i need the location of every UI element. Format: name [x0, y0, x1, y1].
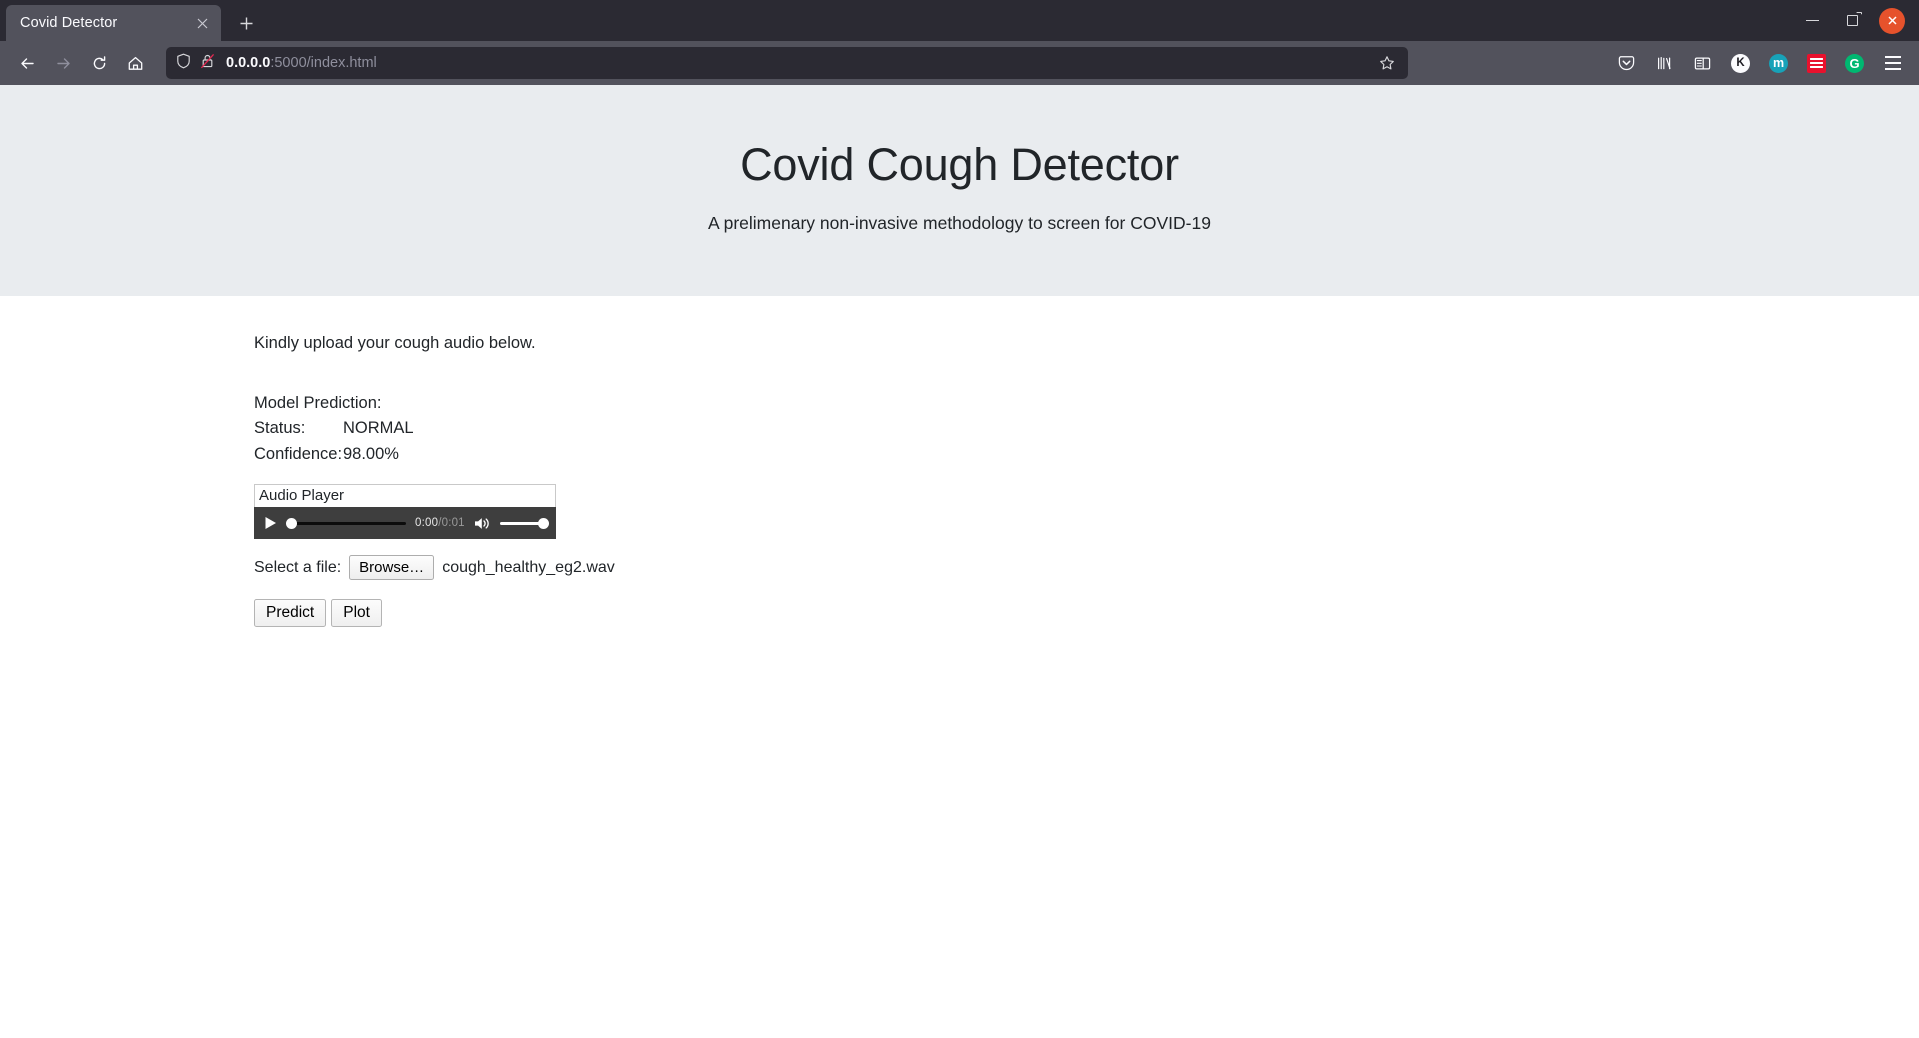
- shield-icon[interactable]: [176, 53, 191, 74]
- browser-tab[interactable]: Covid Detector: [6, 5, 221, 41]
- forward-button[interactable]: [46, 47, 80, 79]
- hamburger-glyph: [1884, 56, 1901, 70]
- prediction-status-row: Status: NORMAL: [254, 416, 1919, 442]
- status-value: NORMAL: [343, 419, 414, 438]
- tab-strip: Covid Detector: [0, 0, 1919, 41]
- volume-high-icon[interactable]: [474, 515, 491, 531]
- upload-instruction-text: Kindly upload your cough audio below.: [254, 333, 536, 352]
- extension-k-icon[interactable]: K: [1724, 47, 1757, 79]
- address-bar-icons: [176, 53, 215, 74]
- back-button[interactable]: [10, 47, 44, 79]
- home-button[interactable]: [118, 47, 152, 79]
- page-header-banner: Covid Cough Detector A prelimenary non-i…: [0, 85, 1919, 296]
- window-minimize-button[interactable]: [1793, 2, 1831, 40]
- page-subtitle: A prelimenary non-invasive methodology t…: [708, 212, 1211, 233]
- extension-g-badge: G: [1845, 53, 1864, 73]
- volume-slider[interactable]: [499, 516, 549, 530]
- tab-close-icon[interactable]: [191, 12, 213, 34]
- extension-red-badge: [1807, 53, 1826, 73]
- browse-button[interactable]: Browse…: [349, 555, 435, 581]
- play-icon[interactable]: [264, 515, 277, 531]
- prediction-heading: Model Prediction:: [254, 393, 382, 412]
- audio-seek-track: [286, 521, 406, 525]
- library-icon[interactable]: [1648, 47, 1681, 79]
- url-text: 0.0.0.0:5000/index.html: [226, 55, 1374, 71]
- pocket-icon[interactable]: [1610, 47, 1643, 79]
- extension-k-badge: K: [1731, 53, 1750, 73]
- window-controls: [1793, 0, 1911, 41]
- navigation-toolbar: 0.0.0.0:5000/index.html K m G: [0, 41, 1919, 85]
- confidence-value: 98.00%: [343, 444, 399, 463]
- audio-seek-handle[interactable]: [286, 517, 297, 529]
- audio-player-container: Audio Player 0:00/0:01: [254, 484, 556, 540]
- url-host: 0.0.0.0: [226, 55, 271, 71]
- address-bar[interactable]: 0.0.0.0:5000/index.html: [166, 47, 1408, 79]
- new-tab-button[interactable]: [229, 6, 263, 40]
- prediction-block: Model Prediction: Status: NORMAL Confide…: [254, 391, 1919, 468]
- audio-player-label: Audio Player: [254, 484, 556, 508]
- audio-player-controls[interactable]: 0:00/0:01: [254, 507, 556, 540]
- page-content: Kindly upload your cough audio below. Mo…: [0, 296, 1919, 628]
- browser-toolbar-icons: K m G: [1610, 47, 1909, 79]
- tab-title: Covid Detector: [20, 15, 118, 31]
- extension-m-badge: m: [1769, 53, 1788, 73]
- predict-button[interactable]: Predict: [254, 599, 327, 628]
- audio-seek-slider[interactable]: [286, 516, 406, 530]
- extension-g-icon[interactable]: G: [1838, 47, 1871, 79]
- app-menu-icon[interactable]: [1876, 47, 1909, 79]
- file-select-row: Select a file: Browse… cough_healthy_eg2…: [254, 555, 1919, 581]
- insecure-lock-icon[interactable]: [200, 53, 215, 74]
- window-close-button[interactable]: [1873, 2, 1911, 40]
- bookmark-star-icon[interactable]: [1374, 50, 1400, 76]
- selected-file-name: cough_healthy_eg2.wav: [442, 558, 615, 576]
- page-title: Covid Cough Detector: [740, 139, 1179, 190]
- audio-current-time: 0:00: [415, 517, 439, 530]
- status-label: Status:: [254, 419, 306, 438]
- confidence-label: Confidence:: [254, 444, 343, 463]
- url-path: :5000/index.html: [270, 55, 377, 71]
- window-maximize-button[interactable]: [1833, 2, 1871, 40]
- extension-m-icon[interactable]: m: [1762, 47, 1795, 79]
- reload-button[interactable]: [82, 47, 116, 79]
- audio-duration: 0:01: [441, 517, 465, 530]
- action-button-row: Predict Plot: [254, 599, 1919, 628]
- extension-red-icon[interactable]: [1800, 47, 1833, 79]
- audio-time-display: 0:00/0:01: [415, 517, 465, 529]
- volume-handle[interactable]: [537, 517, 549, 529]
- page-viewport: Covid Cough Detector A prelimenary non-i…: [0, 85, 1919, 1038]
- plot-button[interactable]: Plot: [331, 599, 382, 628]
- prediction-confidence-row: Confidence: 98.00%: [254, 442, 1919, 468]
- browser-window: Covid Detector 0.0.0.0:5000/index.html K…: [0, 0, 1919, 1038]
- file-select-label: Select a file:: [254, 558, 342, 576]
- sidebar-icon[interactable]: [1686, 47, 1719, 79]
